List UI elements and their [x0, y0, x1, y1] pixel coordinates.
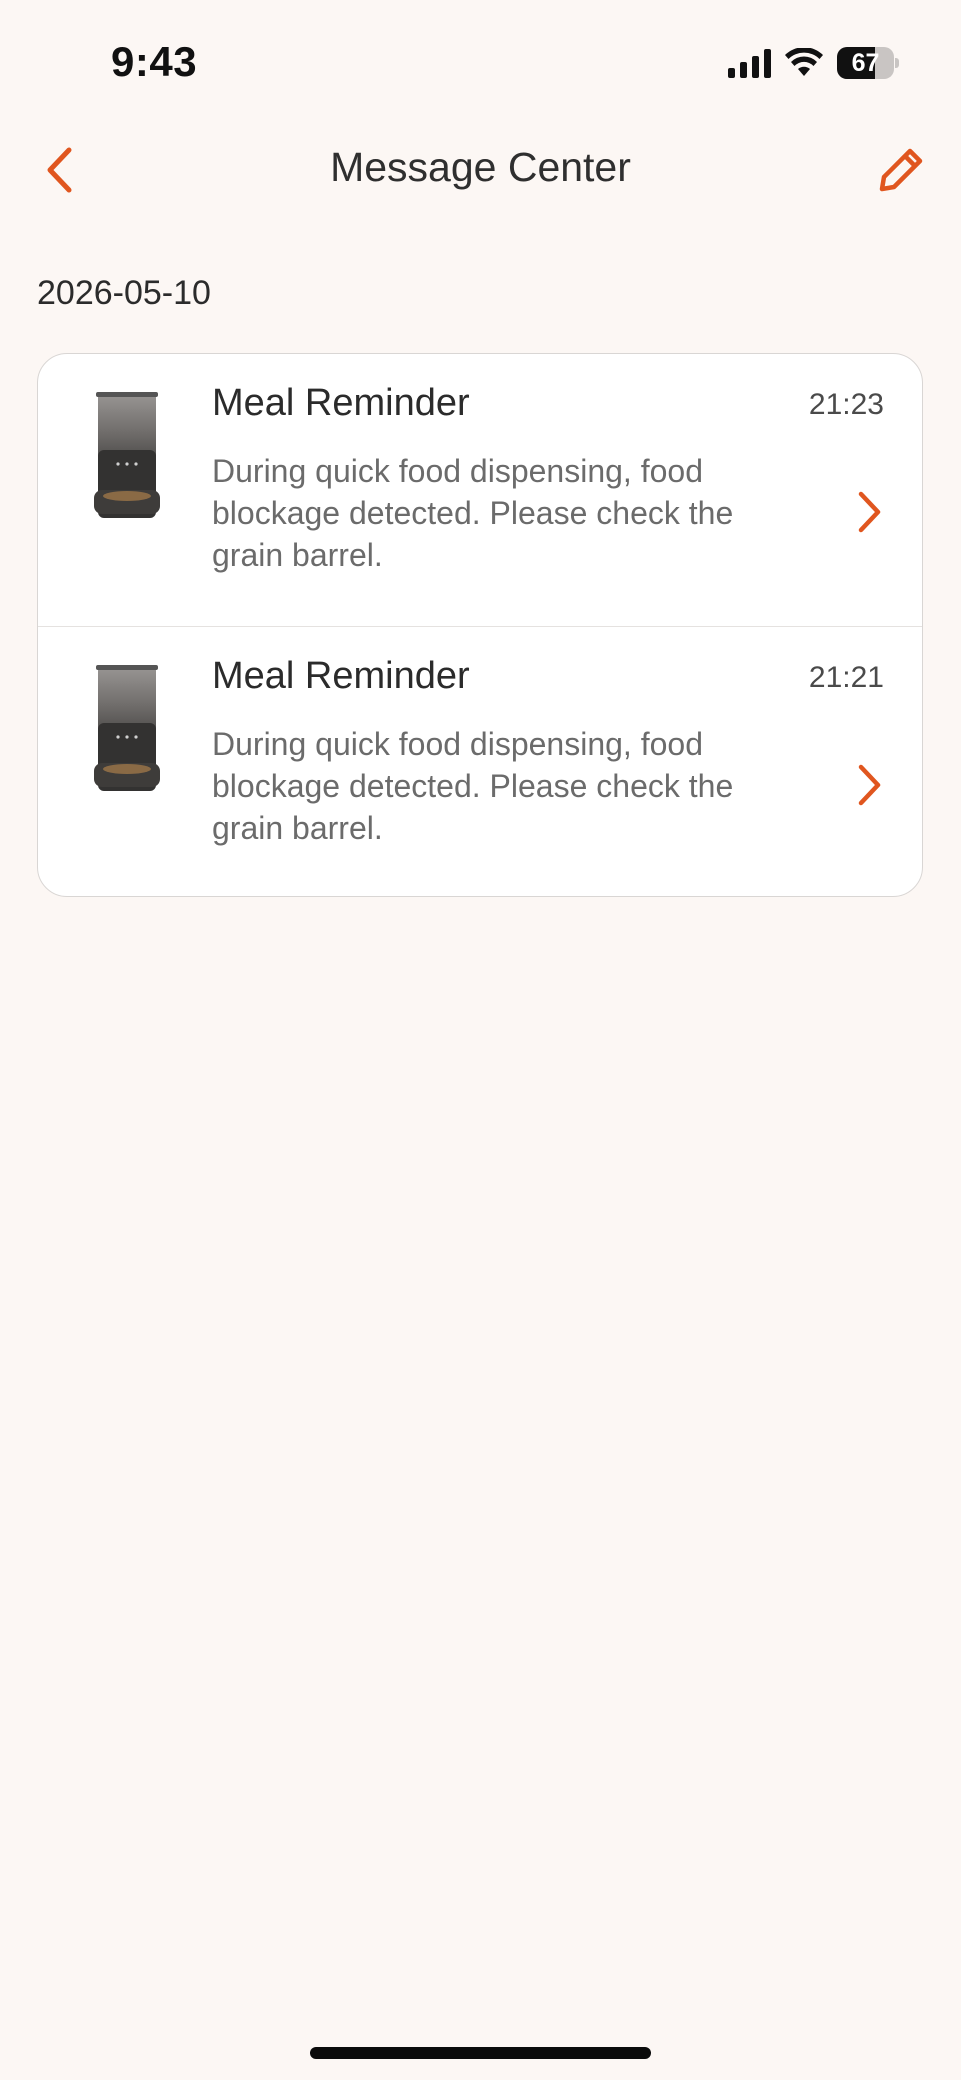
message-item[interactable]: Meal Reminder 21:21 During quick food di…	[38, 626, 922, 896]
message-center-screen: 9:43 67 Message Center 2026-05-10 Meal R…	[0, 0, 961, 2080]
message-item[interactable]: Meal Reminder 21:23 During quick food di…	[38, 354, 922, 626]
chevron-right-icon	[858, 764, 881, 806]
message-list-card: Meal Reminder 21:23 During quick food di…	[37, 353, 923, 897]
status-time: 9:43	[111, 38, 198, 85]
message-title: Meal Reminder	[212, 655, 470, 697]
home-indicator[interactable]	[310, 2047, 651, 2059]
message-time: 21:21	[808, 661, 884, 694]
chevron-right-icon	[858, 491, 881, 533]
page-title: Message Center	[330, 144, 631, 190]
date-group-header: 2026-05-10	[37, 274, 211, 312]
message-body: During quick food dispensing, food block…	[212, 726, 734, 846]
pet-feeder-thumbnail	[94, 392, 160, 518]
message-title: Meal Reminder	[212, 382, 470, 424]
battery-level: 67	[851, 48, 880, 77]
battery-icon: 67	[837, 47, 899, 79]
edit-button[interactable]	[871, 140, 931, 200]
cellular-signal-icon	[728, 48, 771, 78]
wifi-icon	[785, 48, 823, 76]
pet-feeder-thumbnail	[94, 665, 160, 791]
message-time: 21:23	[808, 388, 884, 421]
status-icons: 67	[728, 46, 899, 80]
pencil-icon	[879, 148, 923, 192]
message-body: During quick food dispensing, food block…	[212, 453, 734, 573]
